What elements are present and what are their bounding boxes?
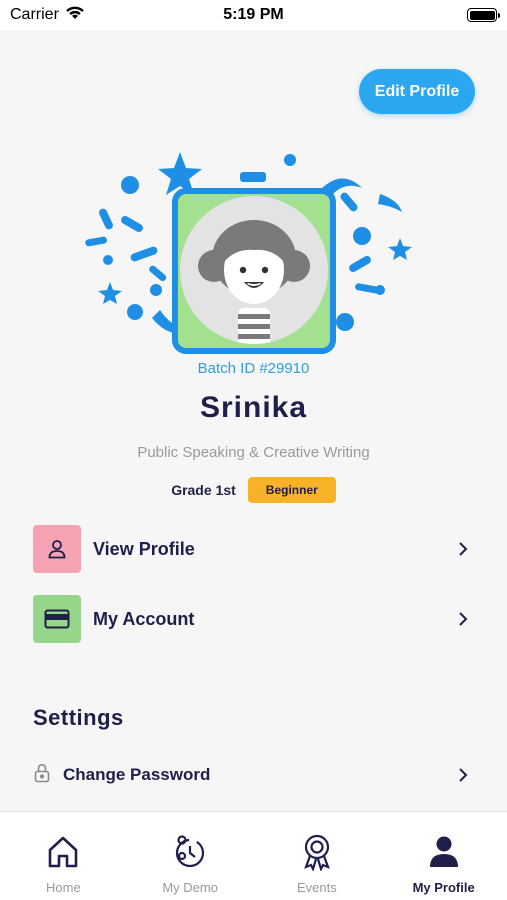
tab-my-profile-label: My Profile [412, 880, 475, 895]
grade-label: Grade 1st [171, 482, 236, 498]
chevron-right-icon [453, 539, 473, 559]
user-icon [33, 525, 81, 573]
grade-row: Grade 1st Beginner [0, 477, 507, 503]
wifi-icon [65, 6, 85, 25]
battery-icon [467, 8, 500, 22]
status-bar: Carrier 5:19 PM [0, 0, 507, 30]
profile-subtitle: Public Speaking & Creative Writing [137, 444, 370, 461]
change-password-label: Change Password [63, 765, 211, 784]
tab-home[interactable]: Home [0, 812, 127, 900]
demo-clock-icon [171, 832, 209, 872]
batch-id: Batch ID #29910 [197, 360, 310, 377]
change-password-item[interactable]: Change Password [33, 760, 473, 790]
avatar [180, 196, 328, 344]
view-profile-label: View Profile [93, 538, 195, 559]
avatar-frame [172, 188, 336, 354]
settings-title: Settings [33, 705, 124, 730]
view-profile-item[interactable]: View Profile [33, 524, 473, 574]
level-badge: Beginner [247, 477, 336, 503]
my-account-label: My Account [93, 608, 195, 629]
tab-events-label: Events [297, 880, 337, 895]
award-icon [298, 832, 336, 872]
tab-my-profile[interactable]: My Profile [380, 812, 507, 900]
edit-profile-button[interactable]: Edit Profile [359, 69, 475, 114]
status-left: Carrier [10, 6, 85, 25]
my-account-item[interactable]: My Account [33, 594, 473, 644]
tab-bar: Home My Demo Events My Profile [0, 811, 507, 900]
carrier-label: Carrier [10, 6, 59, 23]
tab-my-demo[interactable]: My Demo [127, 812, 254, 900]
chevron-right-icon [453, 609, 473, 629]
tab-my-demo-label: My Demo [162, 880, 218, 895]
home-icon [44, 832, 82, 872]
card-icon [33, 595, 81, 643]
lock-icon [33, 763, 51, 788]
profile-name: Srinika [199, 391, 308, 424]
avatar-section [80, 150, 420, 360]
tab-events[interactable]: Events [254, 812, 381, 900]
profile-icon [425, 832, 463, 872]
tab-home-label: Home [46, 880, 81, 895]
chevron-right-icon [453, 765, 473, 785]
